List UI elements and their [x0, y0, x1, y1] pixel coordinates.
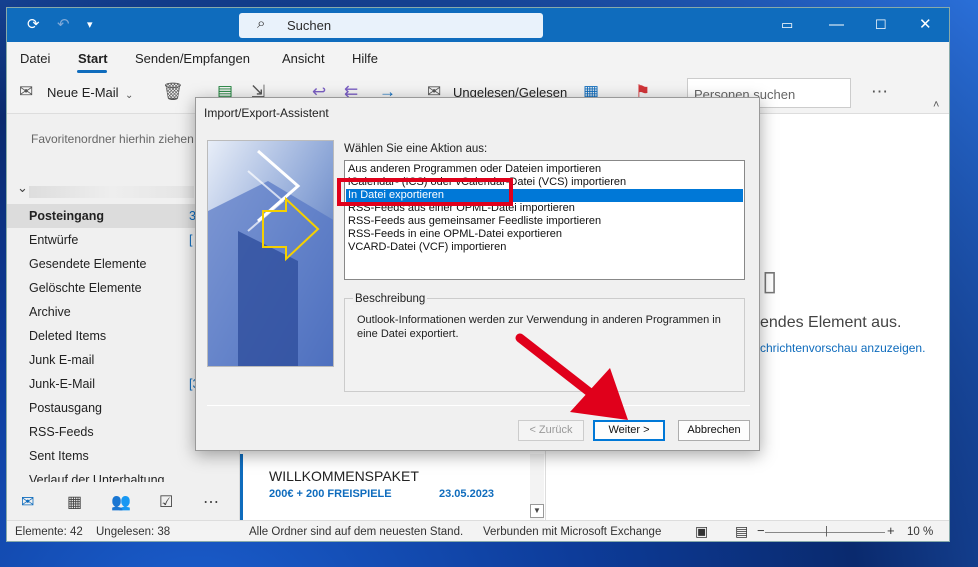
zoom-out-icon[interactable]: − — [757, 523, 765, 538]
menu-start[interactable]: Start — [78, 51, 108, 66]
zoom-thumb-icon[interactable]: | — [825, 525, 828, 537]
undo-icon[interactable]: ↶ — [57, 16, 70, 34]
dialog-separator — [207, 405, 750, 406]
sync-icon[interactable]: ⟳ — [27, 16, 40, 34]
close-icon[interactable]: ✕ — [919, 16, 932, 34]
folder-label: Entwürfe — [29, 233, 79, 247]
people-icon[interactable]: 👥 — [111, 492, 131, 512]
action-option[interactable]: Aus anderen Programmen oder Dateien impo… — [346, 163, 743, 176]
next-button[interactable]: Weiter > — [593, 420, 665, 441]
folder-label: Verlauf der Unterhaltung — [29, 473, 165, 482]
reading-pane-hint: endes Element aus. — [760, 314, 902, 331]
message-item[interactable]: WILLKOMMENSPAKET 200€ + 200 FREISPIELE 2… — [240, 454, 530, 520]
calendar-icon[interactable]: ▦ — [67, 492, 82, 512]
description-text: Outlook-Informationen werden zur Verwend… — [357, 314, 721, 340]
favorites-hint: Favoritenordner hierhin ziehen — [31, 132, 194, 146]
folder-label: Deleted Items — [29, 329, 107, 343]
folder-label: Junk E-mail — [29, 353, 95, 367]
highlight-box — [337, 178, 513, 206]
folder-label: Sent Items — [29, 449, 89, 463]
zoom-level: 10 % — [907, 526, 934, 538]
folder-label: Postausgang — [29, 401, 102, 415]
action-option[interactable]: RSS-Feeds in eine OPML-Datei exportieren — [346, 228, 743, 241]
status-unread-count: Ungelesen: 38 — [96, 526, 171, 538]
wizard-illustration — [207, 140, 334, 367]
new-mail-dropdown-icon[interactable]: ⌄ — [125, 87, 133, 105]
message-date: 23.05.2023 — [439, 488, 495, 500]
mail-icon[interactable]: ✉ — [21, 492, 34, 512]
module-bar: ✉ ▦ 👥 ☑ ⋯ — [7, 484, 239, 520]
normal-view-icon[interactable]: ▣ — [695, 523, 708, 540]
minimize-icon[interactable]: — — [829, 16, 844, 34]
status-sync: Alle Ordner sind auf dem neuesten Stand. — [249, 526, 464, 538]
status-bar: Elemente: 42 Ungelesen: 38 Alle Ordner s… — [7, 520, 949, 541]
delete-icon[interactable]: 🗑 — [162, 83, 184, 101]
folder-label: Junk-E-Mail — [29, 377, 95, 391]
account-name-redacted — [29, 186, 194, 198]
more-apps-icon[interactable]: ⋯ — [203, 492, 219, 512]
maximize-icon[interactable]: ☐ — [875, 16, 887, 34]
folder-label: RSS-Feeds — [29, 425, 94, 439]
message-list-scrollbar[interactable]: ▼ — [530, 454, 544, 520]
menu-senden-empfangen[interactable]: Senden/Empfangen — [135, 51, 250, 66]
new-mail-button[interactable]: Neue E-Mail — [47, 84, 119, 102]
back-button[interactable]: < Zurück — [518, 420, 584, 441]
search-icon: ⌕ — [257, 15, 266, 32]
dialog-title: Import/Export-Assistent — [204, 106, 329, 120]
description-group: Beschreibung Outlook-Informationen werde… — [344, 293, 745, 392]
menu-bar: Datei Start Senden/Empfangen Ansicht Hil… — [7, 42, 949, 74]
account-chevron-icon[interactable]: ⌄ — [17, 180, 28, 196]
action-option[interactable]: RSS-Feeds aus gemeinsamer Feedliste impo… — [346, 215, 743, 228]
new-mail-icon: ✉ — [19, 82, 34, 101]
message-preview: 200€ + 200 FREISPIELE — [269, 488, 392, 500]
folder-label: Gelöschte Elemente — [29, 281, 142, 295]
folder-label: Gesendete Elemente — [29, 257, 147, 271]
status-connection: Verbunden mit Microsoft Exchange — [483, 526, 662, 538]
message-title: WILLKOMMENSPAKET — [269, 468, 419, 484]
reading-pane-link[interactable]: chrichtenvorschau anzuzeigen. — [760, 341, 925, 355]
tasks-icon[interactable]: ☑ — [159, 492, 173, 512]
customize-quick-access-icon[interactable]: ▾ — [87, 16, 93, 34]
reading-view-icon[interactable]: ▤ — [735, 523, 748, 540]
description-label: Beschreibung — [353, 293, 428, 305]
cancel-button[interactable]: Abbrechen — [678, 420, 750, 441]
action-option[interactable]: VCARD-Datei (VCF) importieren — [346, 241, 743, 254]
collapse-ribbon-icon[interactable]: ˄ — [933, 96, 939, 114]
folder-label: Archive — [29, 305, 71, 319]
scroll-down-icon[interactable]: ▼ — [530, 504, 544, 518]
folder-item[interactable]: Verlauf der Unterhaltung — [7, 468, 239, 482]
more-options-icon[interactable]: ⋯ — [871, 83, 888, 101]
active-tab-indicator — [77, 70, 107, 73]
search-box[interactable]: ⌕ Suchen — [239, 13, 543, 38]
coming-soon-icon[interactable]: ▭ — [781, 16, 793, 34]
menu-datei[interactable]: Datei — [20, 51, 50, 66]
title-bar: ⟳ ↶ ▾ ⌕ Suchen ▭ — ☐ ✕ — [7, 8, 949, 42]
action-prompt: Wählen Sie eine Aktion aus: — [344, 143, 488, 155]
menu-ansicht[interactable]: Ansicht — [282, 51, 325, 66]
menu-hilfe[interactable]: Hilfe — [352, 51, 378, 66]
import-export-wizard: Import/Export-Assistent Wählen Sie eine … — [195, 97, 760, 451]
envelope-icon: ▯ — [762, 265, 778, 296]
folder-label: Posteingang — [29, 209, 105, 223]
status-item-count: Elemente: 42 — [15, 526, 83, 538]
search-label: Suchen — [287, 18, 332, 33]
folder-count: [ — [189, 233, 193, 247]
zoom-in-icon[interactable]: + — [887, 523, 895, 538]
